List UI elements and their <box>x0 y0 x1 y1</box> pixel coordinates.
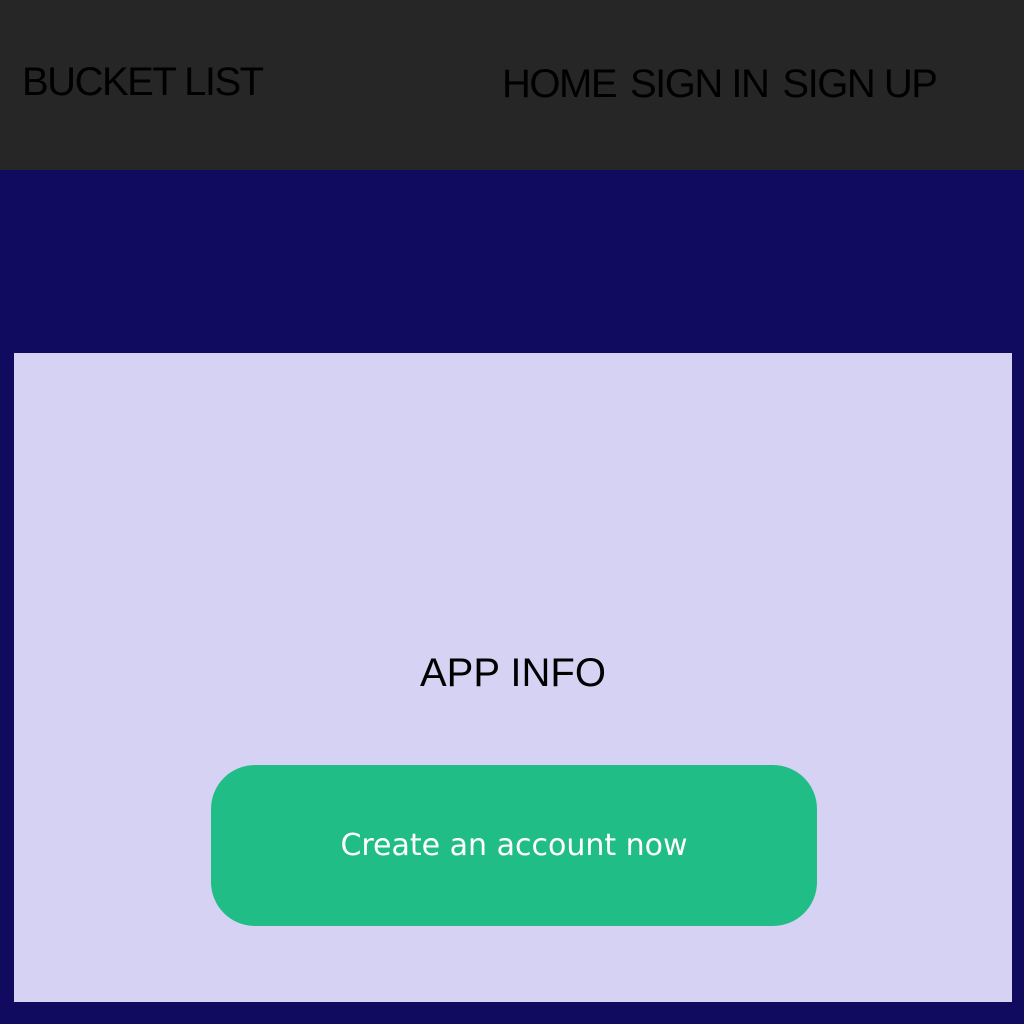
brand-logo-link[interactable]: BUCKET LIST <box>22 58 264 106</box>
app-info-card: APP INFO Create an account now <box>14 353 1012 1002</box>
nav-link-home[interactable]: HOME <box>502 60 618 108</box>
nav-links: HOME SIGN IN SIGN UP <box>502 60 938 108</box>
nav-link-sign-in[interactable]: SIGN IN <box>630 60 770 108</box>
app-info-heading: APP INFO <box>420 651 606 695</box>
navbar: BUCKET LIST HOME SIGN IN SIGN UP <box>0 0 1024 170</box>
create-account-button[interactable]: Create an account now <box>211 765 817 926</box>
nav-link-sign-up[interactable]: SIGN UP <box>782 60 937 108</box>
